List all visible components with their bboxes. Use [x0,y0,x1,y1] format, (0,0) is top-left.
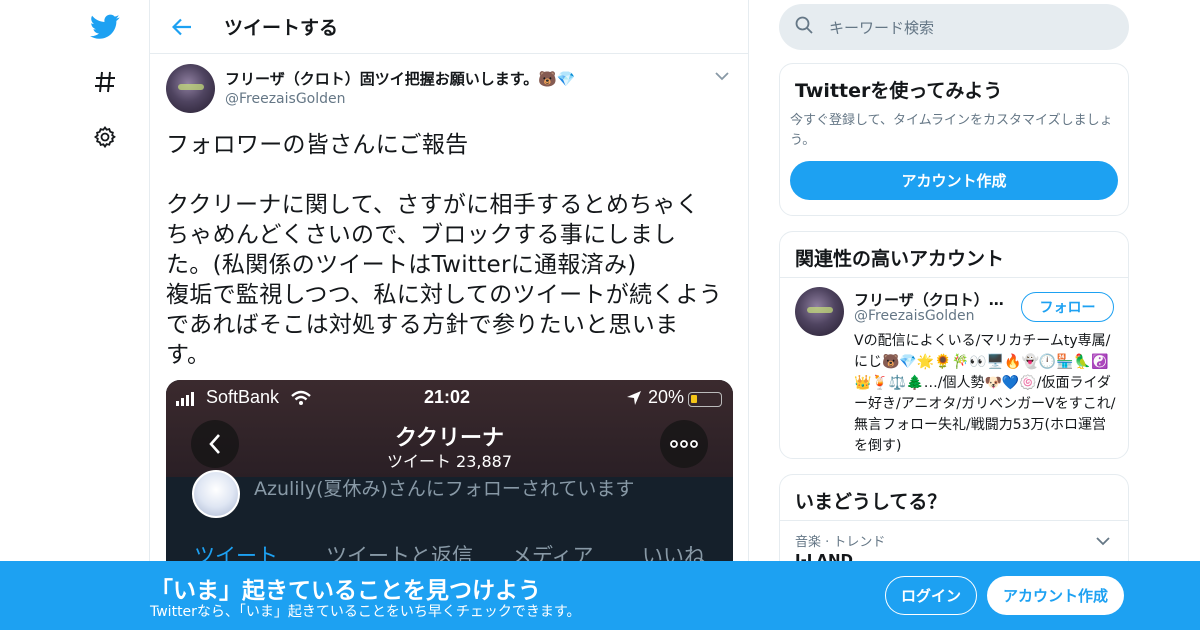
phone-more-icon [660,420,708,468]
divider [780,277,1128,278]
phone-mini-avatar [192,470,240,518]
tweet-header: フリーザ（クロト）固ツイ把握お願いします。🐻💎 @FreezaisGolden [166,64,732,116]
chevron-down-icon[interactable] [1096,531,1114,549]
chevron-down-icon[interactable] [712,66,732,86]
related-accounts-title: 関連性の高いアカウント [795,248,1005,270]
right-sidebar: キーワード検索 Twitterを使ってみよう 今すぐ登録して、タイムラインをカス… [779,0,1129,630]
login-button[interactable]: ログイン [885,576,977,615]
phone-clock: 21:02 [424,387,471,407]
tweet: フリーザ（クロト）固ツイ把握お願いします。🐻💎 @FreezaisGolden … [150,54,748,580]
related-user-handle[interactable]: @FreezaisGolden [854,308,975,324]
carrier-label: SoftBank [206,387,280,407]
try-twitter-title: Twitterを使ってみよう [795,80,1003,102]
banner-subtitle: Twitterなら、「いま」起きていることをいち早くチェックできます。 [150,604,581,620]
main-column: ツイートする フリーザ（クロト）固ツイ把握お願いします。🐻💎 @Freezais… [149,0,749,630]
trend-category: 音楽 · トレンド [795,535,886,550]
hashtag-icon[interactable] [90,67,120,97]
battery-percent: 20% [648,387,685,407]
phone-followed-by-row: Azulily(夏休み)さんにフォローされています [192,470,634,518]
follow-button[interactable]: フォロー [1021,292,1114,322]
try-twitter-description: 今すぐ登録して、タイムラインをカスタマイズしましょう。 [790,113,1113,148]
phone-tweet-count: ツイート 23,887 [386,452,513,471]
tweet-user-name[interactable]: フリーザ（クロト）固ツイ把握お願いします。🐻💎 [225,68,576,89]
wifi-icon [290,390,312,411]
signup-banner: 「いま」起きていることを見つけよう Twitterなら、「いま」起きていることを… [0,561,1200,630]
signup-button[interactable]: アカウント作成 [987,576,1124,615]
location-arrow-icon [626,390,642,411]
back-arrow-icon[interactable] [170,15,194,39]
search-icon [795,16,813,38]
divider [780,520,1128,521]
main-header: ツイートする [150,0,748,54]
avatar[interactable] [166,64,215,113]
banner-title: 「いま」起きていることを見つけよう [150,578,541,604]
gear-icon[interactable] [90,122,120,152]
left-nav [80,0,130,630]
phone-followed-by-text: Azulily(夏休み)さんにフォローされています [254,477,635,500]
avatar[interactable] [795,287,844,336]
search-placeholder: キーワード検索 [829,18,935,37]
page-title: ツイートする [224,17,339,39]
phone-status-bar: SoftBank 21:02 20% [166,384,733,410]
tweet-text: フォロワーの皆さんにご報告 ククリーナに関して、さすがに相手するとめちゃく ちゃ… [166,132,723,368]
twitter-logo-icon[interactable] [90,12,120,42]
signal-icon [176,392,194,406]
tweet-user-handle[interactable]: @FreezaisGolden [225,91,576,107]
related-accounts-card: 関連性の高いアカウント フリーザ（クロト）固ツイ把握お願いします。🐻💎 @Fre… [779,231,1129,459]
tweet-media-screenshot[interactable]: SoftBank 21:02 20% ククリーナ ツイート 23,887 Azu… [166,380,733,580]
related-user-name[interactable]: フリーザ（クロト）固ツイ把握お願いします。🐻💎 [854,289,1009,310]
battery-icon [688,392,722,407]
create-account-button[interactable]: アカウント作成 [790,161,1118,200]
whats-happening-title: いまどうしてる？ [795,491,947,513]
related-user-bio: Vの配信によくいる/マリカチームty専属/にじ🐻💎🌟🌻🎋👀🖥️🔥👻🕛🏪🦜☯️👑🍹… [854,333,1116,454]
try-twitter-card: Twitterを使ってみよう 今すぐ登録して、タイムラインをカスタマイズしましょ… [779,63,1129,216]
search-input[interactable]: キーワード検索 [779,4,1129,50]
